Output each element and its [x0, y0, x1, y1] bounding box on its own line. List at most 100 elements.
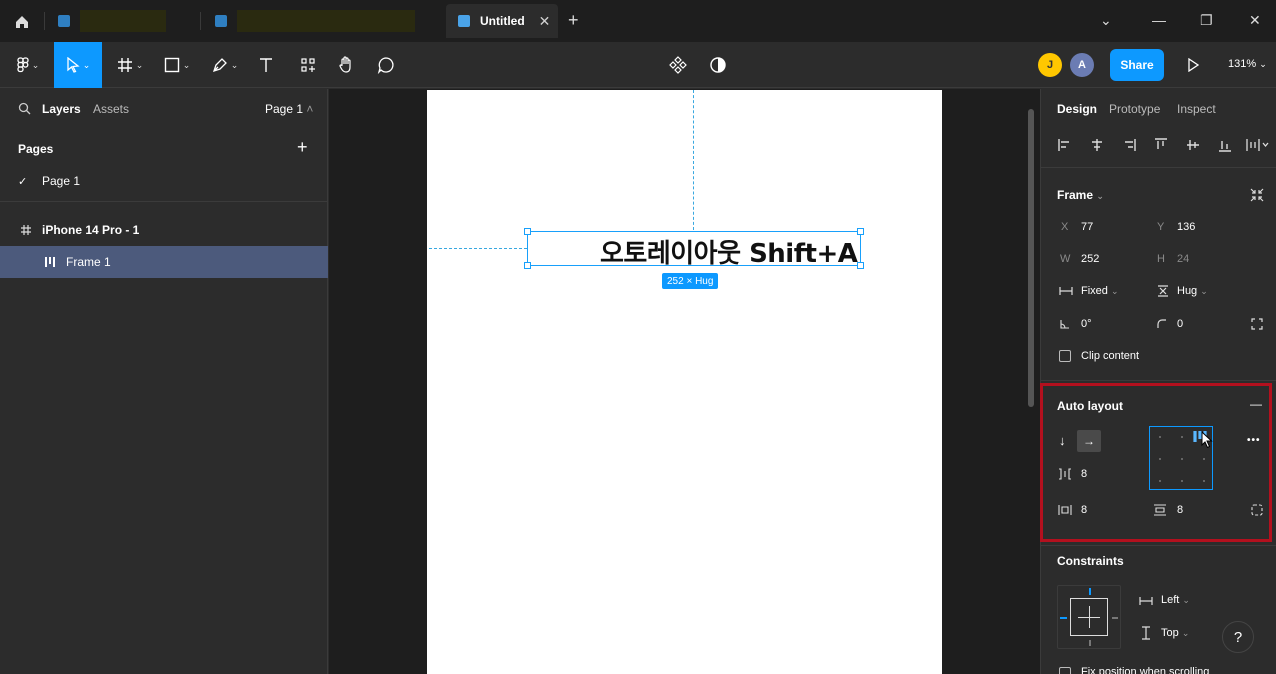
- divider: [1041, 167, 1276, 168]
- frame-section-title[interactable]: Frame ⌄: [1057, 188, 1104, 202]
- rotation-input[interactable]: 0°: [1081, 318, 1092, 330]
- frame-hash-icon: [21, 225, 31, 235]
- frame-hash-icon: [117, 58, 132, 72]
- design-canvas[interactable]: 오토레이아웃 Shift+A 252 × Hug: [329, 89, 1040, 674]
- text-t-icon: [260, 58, 272, 72]
- chevron-down-icon: ⌄: [31, 59, 40, 70]
- horizontal-constraint-value: Left: [1161, 594, 1180, 606]
- main-menu-button[interactable]: ⌄: [8, 42, 48, 88]
- h-input[interactable]: 24: [1177, 253, 1189, 265]
- shape-tool-button[interactable]: ⌄: [156, 42, 198, 88]
- distribute-icon[interactable]: [1246, 138, 1270, 152]
- vertical-constraint-dropdown[interactable]: Top ⌄: [1161, 627, 1189, 639]
- vertical-constraint-value: Top: [1161, 627, 1179, 639]
- align-vertical-center-icon[interactable]: [1186, 138, 1200, 152]
- minimize-icon[interactable]: —: [1152, 12, 1166, 28]
- home-icon[interactable]: [10, 10, 34, 34]
- hand-icon: [339, 56, 351, 73]
- layer-row[interactable]: Frame 1: [0, 246, 328, 278]
- figma-file-icon: [458, 15, 470, 27]
- frame-tool-button[interactable]: ⌄: [110, 42, 150, 88]
- resize-handle[interactable]: [857, 228, 864, 235]
- comment-tool-button[interactable]: [372, 42, 400, 88]
- redacted-tab-title: [237, 10, 415, 32]
- collapse-icon[interactable]: ⌄: [1100, 12, 1112, 29]
- figma-logo-icon: [17, 57, 29, 73]
- tab-design[interactable]: Design: [1057, 102, 1097, 116]
- figma-file-icon: [58, 15, 70, 27]
- move-tool-button[interactable]: ⌄: [54, 42, 102, 88]
- y-input[interactable]: 136: [1177, 221, 1195, 233]
- pen-tool-button[interactable]: ⌄: [204, 42, 246, 88]
- align-left-icon[interactable]: [1058, 138, 1072, 152]
- restore-icon[interactable]: ❐: [1200, 12, 1213, 29]
- avatar[interactable]: J: [1038, 53, 1062, 77]
- contrast-button[interactable]: [704, 42, 732, 88]
- text-tool-button[interactable]: [252, 42, 280, 88]
- tab-file-1[interactable]: [46, 4, 198, 38]
- width-mode-dropdown[interactable]: Fixed ⌄: [1081, 285, 1119, 297]
- layer-name: Frame 1: [66, 255, 111, 269]
- chevron-down-icon: ⌄: [1096, 191, 1104, 201]
- search-icon[interactable]: [18, 102, 31, 115]
- close-window-icon[interactable]: ✕: [1249, 12, 1261, 29]
- hand-tool-button[interactable]: [332, 42, 360, 88]
- independent-corners-icon[interactable]: [1251, 318, 1263, 330]
- corner-radius-input[interactable]: 0: [1177, 318, 1183, 330]
- height-mode-value: Hug: [1177, 285, 1198, 297]
- canvas-scrollbar[interactable]: [1028, 109, 1034, 407]
- auto-layout-text-layer[interactable]: 오토레이아웃 Shift+A: [600, 233, 858, 270]
- zoom-dropdown[interactable]: 131% ⌄: [1228, 58, 1267, 70]
- resize-to-fit-icon[interactable]: [1250, 188, 1264, 202]
- components-button[interactable]: [664, 42, 692, 88]
- align-bottom-icon[interactable]: [1218, 138, 1232, 152]
- horizontal-constraint-dropdown[interactable]: Left ⌄: [1161, 594, 1190, 606]
- page-selector[interactable]: Page 1 ˄: [265, 102, 313, 116]
- add-page-button[interactable]: +: [297, 137, 308, 158]
- x-input[interactable]: 77: [1081, 221, 1093, 233]
- resize-handle[interactable]: [857, 262, 864, 269]
- comment-bubble-icon: [377, 57, 394, 74]
- new-tab-button[interactable]: +: [568, 10, 579, 31]
- vertical-constraint-icon: [1142, 626, 1150, 640]
- tab-assets[interactable]: Assets: [93, 102, 129, 116]
- align-right-icon[interactable]: [1122, 138, 1136, 152]
- height-mode-dropdown[interactable]: Hug ⌄: [1177, 285, 1208, 297]
- tab-file-2[interactable]: [203, 4, 443, 38]
- chevron-down-icon: ⌄: [1200, 286, 1208, 296]
- help-button[interactable]: ?: [1222, 621, 1254, 653]
- corner-radius-icon: [1157, 319, 1166, 328]
- pages-heading: Pages: [18, 142, 54, 156]
- layer-row[interactable]: iPhone 14 Pro - 1: [0, 214, 328, 246]
- resources-tool-button[interactable]: [294, 42, 322, 88]
- chevron-down-icon: ⌄: [82, 59, 91, 70]
- tab-untitled[interactable]: Untitled ✕: [446, 4, 558, 38]
- align-horizontal-center-icon[interactable]: [1090, 138, 1104, 152]
- tab-layers[interactable]: Layers: [42, 102, 81, 116]
- left-panel-tabs: Layers Assets Page 1 ˄: [0, 89, 328, 129]
- w-input[interactable]: 252: [1081, 253, 1099, 265]
- auto-layout-icon: [45, 257, 55, 267]
- browser-tab-bar: Untitled ✕ + ⌄ — ❐ ✕: [0, 0, 1276, 42]
- tab-prototype[interactable]: Prototype: [1109, 102, 1160, 116]
- page-item[interactable]: ✓ Page 1: [0, 165, 328, 197]
- iphone-frame[interactable]: [427, 90, 942, 674]
- page-selector-label: Page 1: [265, 102, 304, 116]
- present-button[interactable]: [1180, 42, 1206, 88]
- clip-content-checkbox[interactable]: [1059, 350, 1071, 362]
- align-top-icon[interactable]: [1154, 138, 1168, 152]
- play-icon: [1188, 58, 1199, 72]
- resize-handle[interactable]: [524, 228, 531, 235]
- smart-guide: [429, 248, 527, 249]
- close-tab-icon[interactable]: ✕: [539, 13, 551, 30]
- constraints-widget[interactable]: [1057, 585, 1121, 649]
- vertical-hug-icon: [1158, 285, 1168, 297]
- tab-inspect[interactable]: Inspect: [1177, 102, 1216, 116]
- horizontal-constraint-icon: [1139, 597, 1153, 605]
- avatar[interactable]: A: [1070, 53, 1094, 77]
- share-button[interactable]: Share: [1110, 49, 1164, 81]
- resize-handle[interactable]: [524, 262, 531, 269]
- auto-layout-highlight: [1040, 383, 1272, 542]
- fix-position-checkbox[interactable]: [1059, 667, 1071, 674]
- clip-content-label: Clip content: [1081, 350, 1140, 362]
